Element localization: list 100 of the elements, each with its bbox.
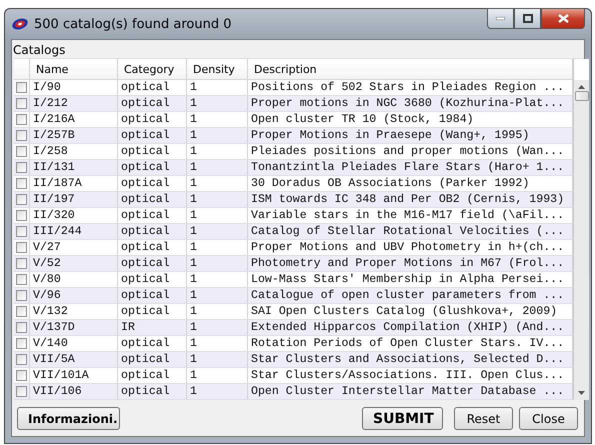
category-cell: optical: [118, 336, 187, 351]
checkbox[interactable]: [16, 274, 27, 285]
name-cell: II/187A: [30, 176, 118, 191]
checkbox[interactable]: [16, 306, 27, 317]
name-cell: V/137D: [30, 320, 118, 335]
checkbox[interactable]: [16, 114, 27, 125]
checkbox[interactable]: [16, 226, 27, 237]
column-header[interactable]: Name: [30, 59, 118, 79]
density-cell: 1: [187, 128, 248, 143]
category-cell: optical: [118, 256, 187, 271]
checkbox[interactable]: [16, 338, 27, 349]
density-cell: 1: [187, 288, 248, 303]
scrollbar[interactable]: [573, 59, 589, 400]
name-cell: V/96: [30, 288, 118, 303]
density-cell: 1: [187, 304, 248, 319]
name-cell: V/52: [30, 256, 118, 271]
scroll-down-icon[interactable]: [578, 391, 585, 395]
category-cell: optical: [118, 384, 187, 399]
name-cell: I/212: [30, 96, 118, 111]
minimize-icon: [496, 17, 505, 20]
density-cell: 1: [187, 160, 248, 175]
checkbox[interactable]: [16, 258, 27, 269]
density-cell: 1: [187, 96, 248, 111]
name-cell: V/132: [30, 304, 118, 319]
checkbox[interactable]: [16, 242, 27, 253]
name-cell: VII/5A: [30, 352, 118, 367]
density-cell: 1: [187, 192, 248, 207]
category-cell: optical: [118, 176, 187, 191]
category-cell: optical: [118, 224, 187, 239]
info-button[interactable]: Informazioni.: [17, 407, 120, 430]
app-logo-icon: [11, 17, 29, 31]
checkbox[interactable]: [16, 194, 27, 205]
name-cell: VII/106: [30, 384, 118, 399]
category-cell: optical: [118, 112, 187, 127]
checkbox[interactable]: [16, 386, 27, 397]
category-cell: optical: [118, 192, 187, 207]
density-cell: 1: [187, 272, 248, 287]
checkbox[interactable]: [16, 162, 27, 173]
window-title: 500 catalog(s) found around 0: [34, 16, 232, 32]
category-cell: optical: [118, 304, 187, 319]
density-cell: 1: [187, 224, 248, 239]
density-cell: 1: [187, 352, 248, 367]
name-cell: VII/101A: [30, 368, 118, 383]
category-cell: optical: [118, 80, 187, 95]
checkbox[interactable]: [16, 178, 27, 189]
checkbox[interactable]: [16, 322, 27, 333]
name-cell: III/244: [30, 224, 118, 239]
scroll-thumb[interactable]: [574, 91, 588, 101]
density-cell: 1: [187, 176, 248, 191]
header-corner: [574, 59, 589, 80]
category-cell: optical: [118, 288, 187, 303]
category-cell: optical: [118, 128, 187, 143]
name-cell: I/257B: [30, 128, 118, 143]
minimize-button[interactable]: [487, 8, 514, 29]
name-cell: II/320: [30, 208, 118, 223]
density-cell: 1: [187, 384, 248, 399]
density-cell: 1: [187, 336, 248, 351]
name-cell: V/140: [30, 336, 118, 351]
scroll-up-icon[interactable]: [578, 85, 585, 89]
checkbox[interactable]: [16, 210, 27, 221]
density-cell: 1: [187, 144, 248, 159]
checkbox[interactable]: [16, 354, 27, 365]
submit-button[interactable]: SUBMIT: [362, 407, 443, 430]
category-cell: optical: [118, 352, 187, 367]
name-cell: II/131: [30, 160, 118, 175]
category-cell: optical: [118, 368, 187, 383]
action-button[interactable]: Close: [519, 407, 578, 430]
checkbox[interactable]: [16, 82, 27, 93]
category-cell: optical: [118, 160, 187, 175]
close-button[interactable]: [541, 8, 585, 29]
density-cell: 1: [187, 80, 248, 95]
category-cell: IR: [118, 320, 187, 335]
category-cell: optical: [118, 144, 187, 159]
category-cell: optical: [118, 240, 187, 255]
category-cell: optical: [118, 208, 187, 223]
category-cell: optical: [118, 96, 187, 111]
maximize-icon: [522, 14, 532, 23]
name-cell: V/80: [30, 272, 118, 287]
name-cell: II/197: [30, 192, 118, 207]
name-cell: V/27: [30, 240, 118, 255]
name-cell: I/90: [30, 80, 118, 95]
name-cell: I/258: [30, 144, 118, 159]
name-cell: I/216A: [30, 112, 118, 127]
close-icon: [558, 14, 568, 23]
maximize-button[interactable]: [514, 8, 541, 29]
density-cell: 1: [187, 368, 248, 383]
column-header[interactable]: Category: [118, 59, 187, 79]
density-cell: 1: [187, 112, 248, 127]
checkbox[interactable]: [16, 98, 27, 109]
density-cell: 1: [187, 208, 248, 223]
checkbox[interactable]: [16, 146, 27, 157]
checkbox[interactable]: [16, 290, 27, 301]
checkbox[interactable]: [16, 130, 27, 141]
density-cell: 1: [187, 240, 248, 255]
density-cell: 1: [187, 256, 248, 271]
action-button[interactable]: Reset: [454, 407, 513, 430]
checkbox[interactable]: [16, 370, 27, 381]
category-cell: optical: [118, 272, 187, 287]
panel-title: Catalogs: [12, 42, 66, 58]
column-header[interactable]: Density: [187, 59, 248, 79]
